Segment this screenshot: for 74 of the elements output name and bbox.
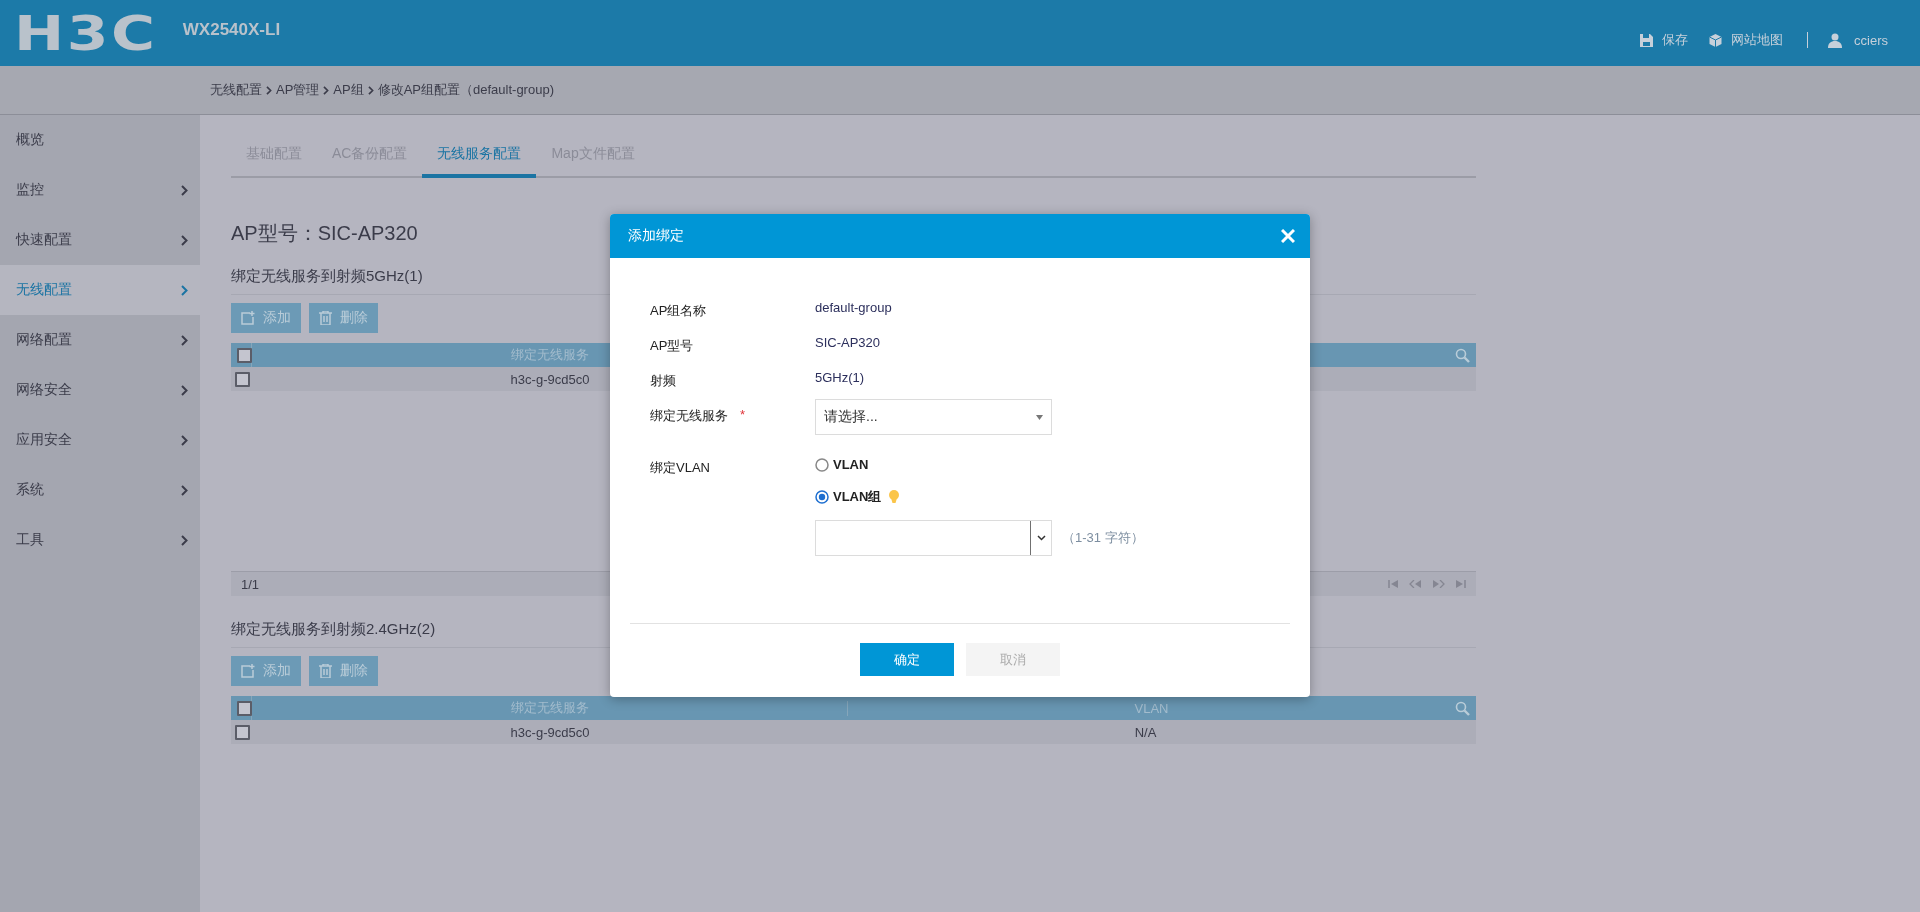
product-name: WX2540X-LI (182, 20, 281, 40)
page-indicator: 1/1 (241, 576, 260, 592)
select-all-checkbox[interactable] (237, 347, 252, 363)
add-icon (241, 664, 255, 678)
chevron-icon (181, 334, 188, 346)
table-cell: N/A (1134, 724, 1157, 740)
field-label: 绑定VLAN (650, 459, 710, 477)
page-title: AP型号：SIC-AP320 (231, 221, 418, 246)
service-select[interactable]: 请选择... (815, 399, 1052, 435)
trash-icon (319, 311, 332, 325)
field-label: 射频 (650, 372, 676, 390)
length-hint: （1-31 字符） (1062, 529, 1144, 547)
radio-option[interactable]: VLAN组 (815, 488, 1270, 506)
search-icon[interactable] (1455, 700, 1470, 716)
close-icon (1281, 229, 1295, 243)
sidebar-item[interactable]: 应用安全 (0, 415, 200, 465)
section-title: 绑定无线服务到射频2.4GHz(2) (231, 620, 436, 637)
chevron-icon (181, 184, 188, 196)
user-name[interactable]: cciers (1854, 32, 1888, 48)
chevron-icon (181, 534, 188, 546)
table-cell: h3c-g-9cd5c0 (510, 724, 590, 740)
sidebar-item[interactable]: 快速配置 (0, 215, 200, 265)
select-all-checkbox[interactable] (237, 700, 252, 716)
row-checkbox[interactable] (235, 371, 250, 387)
first-page-icon[interactable] (1388, 580, 1399, 588)
chevron-icon (181, 284, 188, 296)
table-cell: h3c-g-9cd5c0 (510, 371, 590, 387)
breadcrumb-separator-icon (367, 85, 374, 95)
column-header: VLAN (1134, 700, 1169, 716)
chevron-icon (181, 384, 188, 396)
breadcrumb-link[interactable]: 修改AP组配置（default-group) (377, 81, 554, 99)
sidebar-item[interactable]: 网络配置 (0, 315, 200, 365)
sidebar-item[interactable]: 概览 (0, 115, 200, 165)
breadcrumb-link[interactable]: AP管理 (276, 81, 320, 99)
cube-icon (1708, 32, 1724, 48)
sidebar-item[interactable]: 无线配置 (0, 265, 200, 315)
breadcrumb-link[interactable]: 无线配置 (210, 81, 262, 99)
field-label: 绑定无线服务 (650, 407, 728, 425)
lightbulb-icon[interactable] (889, 489, 900, 505)
breadcrumb-separator-icon (323, 85, 330, 95)
chevron-icon (181, 434, 188, 446)
confirm-button[interactable]: 确定 (860, 643, 954, 676)
field-value: SIC-AP320 (815, 335, 882, 350)
tab[interactable]: 无线服务配置 (422, 135, 537, 178)
vlan-group-combo[interactable] (815, 520, 1052, 556)
required-mark: * (740, 407, 746, 424)
logo: H3C (14, 5, 158, 61)
field-label: AP组名称 (650, 302, 707, 320)
previous-page-icon[interactable] (1409, 580, 1422, 588)
chevron-icon (181, 484, 188, 496)
breadcrumb-link[interactable]: AP组 (333, 81, 364, 99)
sidebar-item[interactable]: 监控 (0, 165, 200, 215)
chevron-down-icon (1036, 535, 1046, 541)
chevron-icon (181, 234, 188, 246)
next-page-icon[interactable] (1432, 580, 1445, 588)
section-title: 绑定无线服务到射频5GHz(1) (231, 267, 423, 284)
sidebar-item[interactable]: 工具 (0, 515, 200, 565)
field-value: default-group (815, 300, 893, 315)
radio-option[interactable]: VLAN (815, 457, 1270, 472)
row-checkbox[interactable] (235, 724, 250, 740)
field-label: AP型号 (650, 337, 694, 355)
header-link[interactable]: 网站地图 (1731, 31, 1784, 49)
user-icon (1828, 32, 1843, 48)
breadcrumb-separator-icon (266, 85, 272, 95)
sidebar-item[interactable]: 网络安全 (0, 365, 200, 415)
sidebar-item[interactable]: 系统 (0, 465, 200, 515)
trash-icon (319, 664, 332, 678)
search-icon[interactable] (1455, 347, 1470, 363)
header-link[interactable]: 保存 (1662, 31, 1689, 49)
field-value: 5GHz(1) (815, 370, 866, 385)
dropdown-arrow-icon (1036, 414, 1043, 420)
add-icon (241, 311, 255, 325)
dialog-title: 添加绑定 (628, 227, 684, 245)
last-page-icon[interactable] (1455, 580, 1466, 588)
